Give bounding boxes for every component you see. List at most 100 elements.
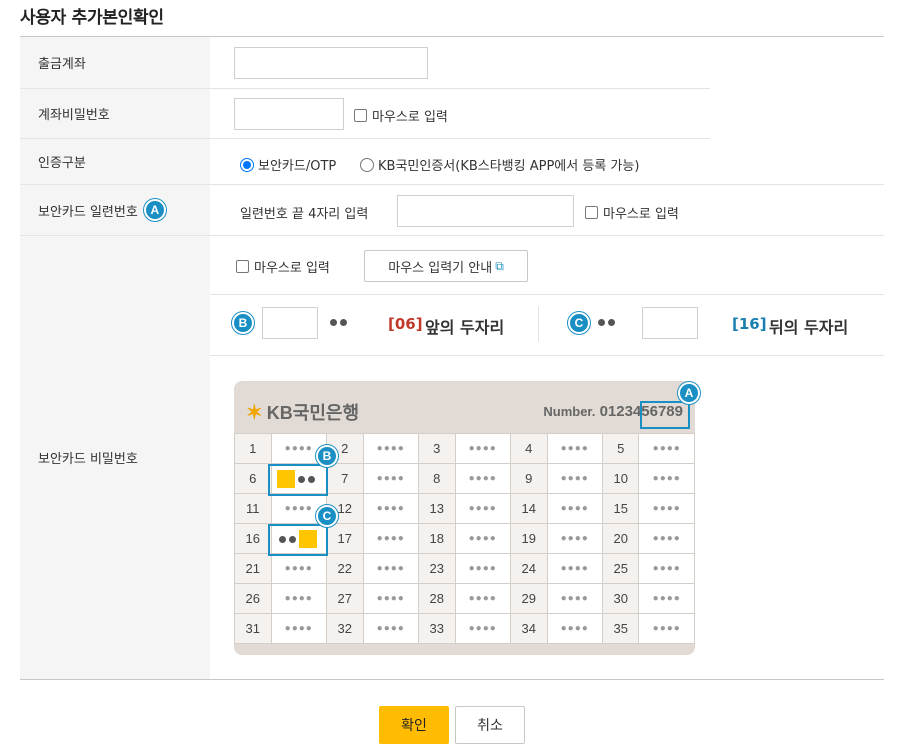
serial-mouse-input-checkbox[interactable]: 마우스로 입력 [585, 203, 679, 222]
card-cell-mask: ●●●● [454, 553, 511, 584]
mouse-input-guide-button[interactable]: 마우스 입력기 안내 ⧉ [364, 250, 528, 282]
checkbox-icon [585, 206, 598, 219]
card-cell-mask: ●●●● [362, 553, 419, 584]
card-cell-number: 23 [417, 553, 456, 584]
card-cell-mask: ●●●● [362, 433, 419, 464]
card-cell-number: 17 [325, 523, 364, 554]
card-cell-number: 34 [509, 613, 548, 644]
account-label: 출금계좌 [20, 37, 210, 89]
serial-input[interactable] [397, 195, 574, 227]
card-cell-mask: ●●●● [362, 493, 419, 524]
serial-label: 보안카드 일련번호 A [20, 185, 210, 236]
kb-logo: ✶ KB국민은행 [246, 401, 360, 424]
card-first-digits-input[interactable] [262, 307, 318, 339]
card-cell-mask: ●●●● [454, 493, 511, 524]
account-select[interactable] [234, 47, 428, 79]
yellow-box [277, 470, 295, 488]
serial-prompt: 일련번호 끝 4자리 입력 [240, 207, 369, 222]
badge-a-icon: A [143, 199, 166, 221]
divider [538, 306, 539, 342]
card-cell-number: 9 [509, 463, 548, 494]
card-cell-mask: ●●●● [638, 583, 695, 614]
card-cell-mask: ●●●● [454, 523, 511, 554]
card-cell-number: 18 [417, 523, 456, 554]
account-password-input[interactable] [234, 98, 344, 130]
card-cell-mask: ●●●● [546, 433, 603, 464]
card-cell-mask: ●●●● [638, 523, 695, 554]
card-mouse-input-checkbox[interactable]: 마우스로 입력 [236, 257, 330, 276]
card-cell-number: 14 [509, 493, 548, 524]
card-cell-number: 6 [234, 463, 272, 494]
card-cell-number: 28 [417, 583, 456, 614]
confirm-button[interactable]: 확인 [379, 706, 449, 744]
card-cell-number: 11 [234, 493, 272, 524]
card-cell-number: 31 [234, 613, 272, 644]
second-cell-number: [16] [732, 315, 767, 333]
card-cell-mask: ●●●● [638, 613, 695, 644]
card-cell-number: 26 [234, 583, 272, 614]
auth-type-label: 인증구분 [20, 139, 210, 185]
card-cell-number: 5 [601, 433, 640, 464]
card-cell-mask: ●●●● [546, 583, 603, 614]
card-cell-number: 33 [417, 613, 456, 644]
cancel-button[interactable]: 취소 [455, 706, 525, 744]
card-cell-mask: ●●●● [454, 583, 511, 614]
checkbox-icon [236, 260, 249, 273]
kb-star-icon: ✶ [246, 401, 263, 424]
auth-option-kb-certificate[interactable]: KB국민인증서(KB스타뱅킹 APP에서 등록 가능) [360, 155, 639, 174]
card-cell-number: 30 [601, 583, 640, 614]
security-card-illustration: ✶ KB국민은행 Number. 0123456789 1 ●●●● 2 ●●●● 3 ●●… [234, 381, 695, 655]
row-divider [210, 138, 710, 139]
card-cell-mask: ●●●● [546, 463, 603, 494]
card-cell-number: 16 [234, 523, 272, 554]
masked-dots [598, 319, 615, 326]
card-grid-row: 21 ●●●● 22 ●●●● 23 ●●●● 24 ●●●● 25 ●●●● [234, 553, 695, 584]
password-label: 계좌비밀번호 [20, 89, 210, 139]
external-link-icon: ⧉ [495, 258, 504, 273]
card-cell-mask: ●●●● [454, 613, 511, 644]
card-cell-number: 24 [509, 553, 548, 584]
card-cell-number: 35 [601, 613, 640, 644]
card-cell-number: 21 [234, 553, 272, 584]
card-cell-number: 15 [601, 493, 640, 524]
card-cell-mask: ●●●● [362, 583, 419, 614]
badge-a-icon: A [678, 382, 700, 404]
card-cell-mask: ●●●● [638, 493, 695, 524]
card-cell-mask: ●●●● [638, 433, 695, 464]
first-cell-number: [06] [388, 315, 423, 333]
card-grid-row: 11 ●●●● 12 ●●●● 13 ●●●● 14 ●●●● 15 ●●●● [234, 493, 695, 524]
password-mouse-input-checkbox[interactable]: 마우스로 입력 [354, 106, 448, 125]
card-cell-mask: ●●●● [454, 463, 511, 494]
serial-highlight [640, 401, 690, 429]
card-cell-number: 29 [509, 583, 548, 614]
row-divider [210, 235, 884, 236]
bottom-divider [20, 679, 884, 680]
card-cell-mask: ●●●● [546, 493, 603, 524]
row-divider [210, 294, 884, 295]
card-password-label: 보안카드 비밀번호 [20, 236, 210, 679]
card-cell-mask: ●●●● [546, 613, 603, 644]
cell-16-hint [279, 530, 317, 548]
auth-option-security-card[interactable]: 보안카드/OTP [240, 155, 336, 174]
card-cell-number: 7 [325, 463, 364, 494]
card-cell-number: 25 [601, 553, 640, 584]
card-cell-mask: ●●●● [546, 523, 603, 554]
badge-c-icon: C [316, 505, 338, 527]
card-cell-number: 3 [417, 433, 456, 464]
card-cell-mask: ●●●● [546, 553, 603, 584]
card-cell-mask: ●●●● [638, 463, 695, 494]
cell-06-hint [277, 470, 315, 488]
radio-icon [360, 157, 374, 172]
card-cell-mask: ●●●● [454, 433, 511, 464]
card-cell-number: 19 [509, 523, 548, 554]
card-cell-number: 22 [325, 553, 364, 584]
last-digits-text: 뒤의 두자리 [769, 318, 849, 337]
card-cell-number: 8 [417, 463, 456, 494]
card-last-digits-input[interactable] [642, 307, 698, 339]
card-cell-number: 10 [601, 463, 640, 494]
card-grid-row: 26 ●●●● 27 ●●●● 28 ●●●● 29 ●●●● 30 ●●●● [234, 583, 695, 614]
card-grid-row: 1 ●●●● 2 ●●●● 3 ●●●● 4 ●●●● 5 ●●●● [234, 433, 695, 464]
card-cell-mask: ●●●● [638, 553, 695, 584]
row-divider [210, 184, 884, 185]
first-digits-text: 앞의 두자리 [425, 318, 505, 337]
